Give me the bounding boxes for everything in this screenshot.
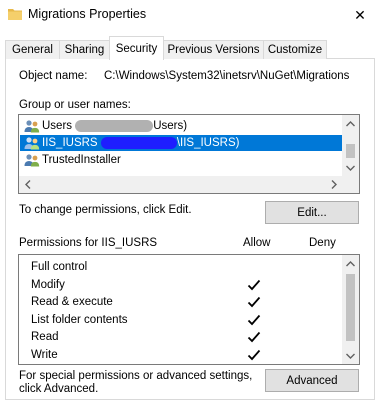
tab-strip: General Sharing Security Previous Versio… (0, 36, 380, 60)
allow-indicator (247, 348, 261, 362)
scroll-thumb[interactable] (346, 274, 355, 341)
user-group-icon (24, 137, 40, 150)
advanced-button-label: Advanced (286, 374, 338, 387)
tab-security[interactable]: Security (109, 36, 164, 60)
list-item-users[interactable]: Users Users) (20, 118, 343, 134)
permission-row: Write (19, 347, 343, 365)
group-list-horizontal-scrollbar[interactable] (19, 176, 342, 193)
redacted-text (75, 120, 154, 132)
advanced-hint-line2: click Advanced. (19, 383, 99, 395)
group-list-vertical-scrollbar[interactable] (342, 115, 359, 176)
tab-label: Previous Versions (167, 44, 260, 56)
chevron-down-icon (346, 353, 355, 359)
scrollbar-corner (342, 176, 359, 193)
deny-indicator (315, 278, 329, 292)
permission-name: Read & execute (31, 296, 113, 308)
permissions-header: Permissions for IIS_IUSRS (19, 237, 158, 249)
list-item-label: Users (42, 120, 76, 132)
chevron-up-icon (346, 120, 355, 126)
properties-dialog: Migrations Properties ✕ General Sharing … (0, 0, 380, 403)
permission-name: Write (31, 348, 58, 361)
list-item-label: Users) (153, 120, 188, 132)
permission-row: List folder contents (19, 312, 343, 330)
permission-row: Modify (19, 277, 343, 295)
scroll-up-button[interactable] (342, 115, 359, 132)
list-item-label: IIS_IUSRS (42, 137, 101, 149)
allow-column-header: Allow (243, 237, 271, 249)
checkmark-icon (247, 296, 261, 308)
deny-indicator (315, 260, 329, 274)
redacted-text (100, 137, 177, 149)
window-title: Migrations Properties (28, 7, 147, 21)
permission-name: Full control (31, 261, 88, 273)
tab-previous-versions[interactable]: Previous Versions (163, 40, 264, 59)
edit-button[interactable]: Edit... (265, 201, 359, 224)
scroll-down-button[interactable] (342, 347, 359, 364)
permission-row: Read (19, 329, 343, 347)
advanced-hint-line1: For special permissions or advanced sett… (19, 370, 253, 382)
deny-indicator (315, 348, 329, 362)
close-icon: ✕ (354, 6, 366, 23)
permission-row: Read & execute (19, 294, 343, 312)
list-item-label: \IIS_IUSRS) (176, 137, 240, 149)
folder-icon (8, 9, 22, 20)
object-name-value: C:\Windows\System32\inetsrv\NuGet\Migrat… (104, 70, 350, 82)
allow-indicator (247, 278, 261, 292)
deny-indicator (315, 330, 329, 344)
chevron-down-icon (346, 165, 355, 171)
permission-name: List folder contents (31, 313, 128, 326)
group-names-list[interactable]: Users Users) IIS_IUSRS \IIS_IUSRS) Trust… (18, 114, 360, 194)
object-name-label: Object name: (19, 70, 88, 82)
advanced-button[interactable]: Advanced (265, 369, 359, 392)
user-group-icon (24, 120, 40, 133)
list-item-trustedinstaller[interactable]: TrustedInstaller (20, 152, 343, 168)
scroll-thumb[interactable] (346, 144, 355, 158)
edit-hint-text: To change permissions, click Edit. (19, 204, 192, 216)
tab-label: Customize (267, 44, 323, 56)
tab-customize[interactable]: Customize (263, 40, 327, 59)
allow-indicator (247, 260, 261, 274)
allow-indicator (247, 330, 261, 344)
user-group-icon (24, 154, 40, 167)
tab-label: General (12, 44, 53, 56)
title-bar: Migrations Properties ✕ (0, 0, 380, 30)
deny-column-header: Deny (309, 237, 336, 249)
allow-indicator (247, 313, 261, 327)
allow-indicator (247, 295, 261, 309)
chevron-up-icon (346, 260, 355, 266)
close-button[interactable]: ✕ (340, 0, 380, 30)
chevron-right-icon (331, 180, 337, 189)
tab-label: Sharing (64, 44, 105, 56)
deny-indicator (315, 313, 329, 327)
scroll-right-button[interactable] (325, 176, 342, 193)
checkmark-icon (247, 331, 261, 343)
permission-name: Read (31, 331, 59, 343)
deny-indicator (315, 295, 329, 309)
scroll-down-button[interactable] (342, 159, 359, 176)
permissions-vertical-scrollbar[interactable] (342, 255, 359, 364)
list-item-iis-iusrs[interactable]: IIS_IUSRS \IIS_IUSRS) (20, 135, 343, 151)
checkmark-icon (247, 349, 261, 360)
chevron-left-icon (24, 180, 30, 189)
group-names-label: Group or user names: (19, 99, 131, 111)
tab-general[interactable]: General (5, 40, 60, 59)
checkmark-icon (247, 279, 261, 290)
list-item-label: TrustedInstaller (42, 154, 121, 166)
permissions-list[interactable]: Full control Modify Read & execute List fol… (18, 254, 360, 365)
checkmark-icon (247, 314, 261, 325)
tab-label: Security (115, 42, 158, 55)
tab-sharing[interactable]: Sharing (59, 40, 110, 59)
permission-row: Full control (19, 259, 343, 277)
edit-button-label: Edit... (297, 206, 327, 219)
permission-name: Modify (31, 278, 65, 291)
scroll-up-button[interactable] (342, 255, 359, 272)
scroll-left-button[interactable] (19, 176, 36, 193)
